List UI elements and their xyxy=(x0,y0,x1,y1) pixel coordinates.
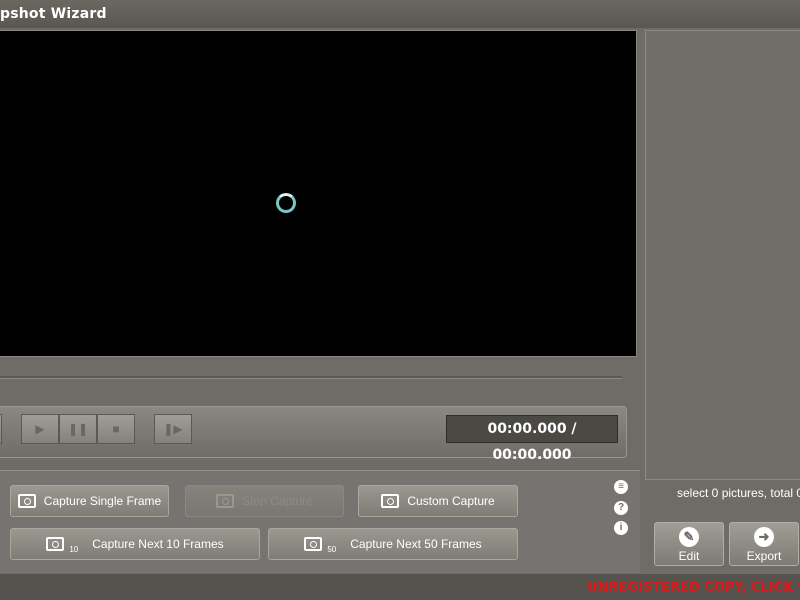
stop-button[interactable]: ■ xyxy=(97,414,135,444)
arrow-right-icon: ➜ xyxy=(754,527,774,547)
export-label: Export xyxy=(746,549,782,563)
camera-icon xyxy=(17,494,36,508)
info-icon[interactable]: i xyxy=(614,521,628,535)
pause-button[interactable]: ❚❚ xyxy=(59,414,97,444)
next-frame-button[interactable]: ❚▶ xyxy=(154,414,192,444)
capture-single-frame-button[interactable]: Capture Single Frame xyxy=(10,485,169,517)
edit-button[interactable]: ✎ Edit xyxy=(654,522,724,566)
camera-icon xyxy=(216,494,235,508)
stop-capture-button[interactable]: Stop Capture xyxy=(185,485,344,517)
camera-settings-icon xyxy=(381,494,400,508)
capture-next-10-label: Capture Next 10 Frames xyxy=(92,537,224,551)
export-button[interactable]: ➜ Export xyxy=(729,522,799,566)
capture-next-50-button[interactable]: 50 Capture Next 50 Frames xyxy=(268,528,518,560)
help-icon[interactable]: ? xyxy=(614,501,628,515)
edit-label: Edit xyxy=(678,549,700,563)
count-badge: 10 xyxy=(69,544,79,554)
timecode-display: 00:00.000 / 00:00.000 xyxy=(446,415,618,463)
custom-capture-label: Custom Capture xyxy=(407,494,495,508)
stop-icon: ■ xyxy=(112,422,120,436)
video-preview xyxy=(0,30,637,357)
pause-icon: ❚❚ xyxy=(67,422,89,436)
unregistered-link[interactable]: UNREGISTERED COPY, CLICK to xyxy=(587,580,800,595)
stop-capture-label: Stop Capture xyxy=(242,494,313,508)
capture-single-frame-label: Capture Single Frame xyxy=(43,494,162,508)
loading-spinner-icon xyxy=(276,193,296,213)
capture-next-10-button[interactable]: 10 Capture Next 10 Frames xyxy=(10,528,260,560)
camera-icon xyxy=(304,537,323,551)
next-frame-icon: ❚▶ xyxy=(163,422,183,436)
pencil-icon: ✎ xyxy=(679,527,699,547)
capture-next-50-label: Capture Next 50 Frames xyxy=(350,537,482,551)
custom-capture-button[interactable]: Custom Capture xyxy=(358,485,518,517)
list-icon[interactable]: ≡ xyxy=(614,480,628,494)
prev-button[interactable] xyxy=(0,414,2,444)
thumbnail-panel xyxy=(645,30,800,480)
count-badge: 50 xyxy=(327,544,337,554)
window-title: pshot Wizard xyxy=(0,6,107,22)
title-bar xyxy=(0,0,800,28)
selection-status: select 0 pictures, total 0 xyxy=(677,486,800,500)
camera-icon xyxy=(46,537,65,551)
play-button[interactable]: ▶ xyxy=(21,414,59,444)
timeline-slider[interactable] xyxy=(0,376,622,379)
play-icon: ▶ xyxy=(35,422,45,436)
